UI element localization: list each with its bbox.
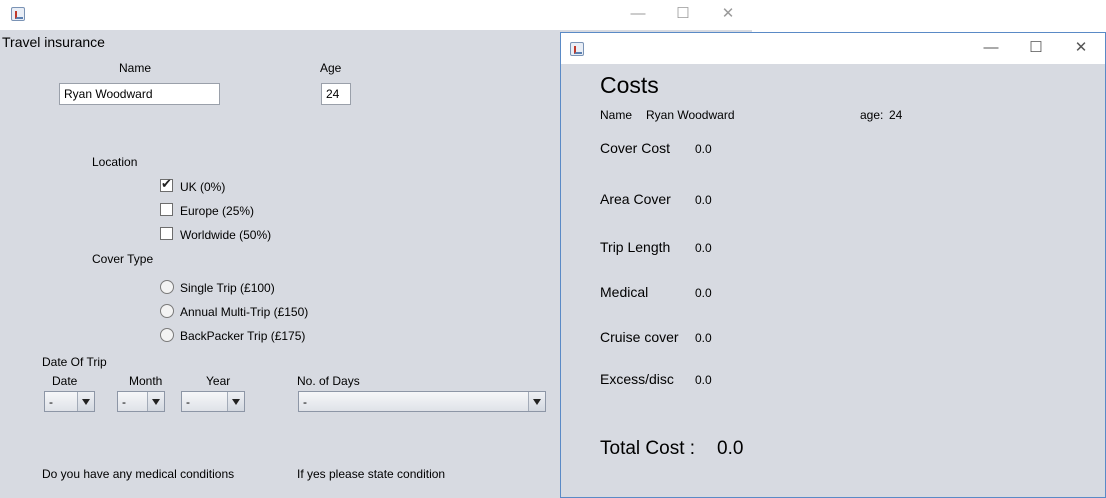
date-select-value: - <box>49 395 53 409</box>
date-select[interactable]: - <box>44 391 95 412</box>
name-label: Name <box>119 61 152 75</box>
single-trip-label[interactable]: Single Trip (£100) <box>180 281 275 295</box>
chevron-down-icon[interactable] <box>147 392 164 411</box>
costs-heading: Costs <box>600 72 659 98</box>
area-cover-value: 0.0 <box>695 193 712 207</box>
maximize-icon[interactable]: ☐ <box>1026 38 1046 58</box>
excess-disc-value: 0.0 <box>695 373 712 387</box>
medical-label: Medical <box>600 284 649 300</box>
minimize-icon[interactable]: — <box>981 38 1001 58</box>
costs-age-value: 24 <box>889 108 903 122</box>
location-label: Location <box>92 155 138 169</box>
no-of-days-label: No. of Days <box>297 374 360 388</box>
costs-name-label: Name <box>600 108 633 122</box>
medical-state-label: If yes please state condition <box>297 467 446 481</box>
month-select[interactable]: - <box>117 391 165 412</box>
annual-multi-trip-label[interactable]: Annual Multi-Trip (£150) <box>180 305 308 319</box>
month-label: Month <box>129 374 163 388</box>
year-select[interactable]: - <box>181 391 245 412</box>
cover-cost-label: Cover Cost <box>600 140 671 156</box>
excess-disc-label: Excess/disc <box>600 371 674 387</box>
main-title-bar[interactable]: — ☐ ✕ <box>0 0 752 30</box>
chevron-down-icon[interactable] <box>227 392 244 411</box>
java-app-icon <box>569 41 585 57</box>
medical-question: Do you have any medical conditions <box>42 467 235 481</box>
worldwide-checkbox[interactable] <box>160 227 173 240</box>
close-icon[interactable]: ✕ <box>718 4 738 24</box>
area-cover-label: Area Cover <box>600 191 671 207</box>
single-trip-radio[interactable] <box>160 280 174 294</box>
costs-title-bar[interactable]: — ☐ ✕ <box>561 33 1105 64</box>
europe-checkbox-label[interactable]: Europe (25%) <box>180 204 254 218</box>
no-of-days-select[interactable]: - <box>298 391 546 412</box>
age-label: Age <box>320 61 342 75</box>
date-of-trip-label: Date Of Trip <box>42 355 107 369</box>
trip-length-label: Trip Length <box>600 239 671 255</box>
annual-multi-trip-radio[interactable] <box>160 304 174 318</box>
year-select-value: - <box>186 395 190 409</box>
uk-checkbox-label[interactable]: UK (0%) <box>180 180 225 194</box>
backpacker-trip-label[interactable]: BackPacker Trip (£175) <box>180 329 305 343</box>
background-desktop <box>752 0 1106 32</box>
minimize-icon[interactable]: — <box>628 4 648 24</box>
cruise-cover-label: Cruise cover <box>600 329 679 345</box>
month-select-value: - <box>122 395 126 409</box>
uk-checkbox[interactable] <box>160 176 173 192</box>
cover-cost-value: 0.0 <box>695 142 712 156</box>
backpacker-trip-radio[interactable] <box>160 328 174 342</box>
maximize-icon[interactable]: ☐ <box>673 4 693 24</box>
name-field[interactable] <box>59 83 220 105</box>
worldwide-checkbox-label[interactable]: Worldwide (50%) <box>180 228 271 242</box>
europe-checkbox[interactable] <box>160 203 173 216</box>
cruise-cover-value: 0.0 <box>695 331 712 345</box>
form-title: Travel insurance <box>2 34 105 50</box>
chevron-down-icon[interactable] <box>77 392 94 411</box>
costs-name-value: Ryan Woodward <box>646 108 735 122</box>
costs-window: — ☐ ✕ Costs Name Ryan Woodward age: 24 C… <box>560 32 1106 498</box>
age-field[interactable] <box>321 83 351 105</box>
medical-value: 0.0 <box>695 286 712 300</box>
total-cost-label: Total Cost : <box>600 438 696 459</box>
year-label: Year <box>206 374 231 388</box>
cover-type-label: Cover Type <box>92 252 154 266</box>
costs-age-label: age: <box>860 108 884 122</box>
java-app-icon <box>10 6 26 22</box>
total-cost-value: 0.0 <box>717 438 744 459</box>
trip-length-value: 0.0 <box>695 241 712 255</box>
date-label: Date <box>52 374 78 388</box>
no-of-days-select-value: - <box>303 395 307 409</box>
chevron-down-icon[interactable] <box>528 392 545 411</box>
close-icon[interactable]: ✕ <box>1071 38 1091 58</box>
